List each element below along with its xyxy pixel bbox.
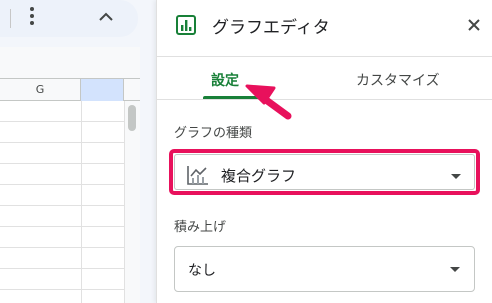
sheet-toolbar (0, 0, 138, 37)
column-header-g[interactable]: G (0, 79, 81, 101)
stacking-value: なし (188, 263, 216, 279)
tab-settings[interactable]: 設定 (211, 70, 239, 90)
close-icon[interactable] (466, 17, 482, 33)
chart-type-dropdown-field: 複合グラフ (174, 154, 475, 190)
toolbar-divider (10, 9, 11, 28)
chart-type-value: 複合グラフ (221, 167, 297, 185)
collapse-toolbar-icon[interactable] (96, 7, 116, 27)
column-header-selected[interactable] (81, 79, 124, 101)
spreadsheet-pane: G (0, 0, 156, 303)
scrollbar-thumb[interactable] (128, 105, 136, 131)
chart-editor-panel: グラフエディタ 設定 カスタマイズ グラフの種類 複合グラフ 積み上げ なし (156, 0, 492, 303)
tab-customize[interactable]: カスタマイズ (356, 70, 440, 90)
column-header-row: G (0, 79, 140, 101)
dropdown-arrow-icon (450, 267, 460, 272)
stacking-dropdown[interactable]: なし (174, 246, 475, 292)
sheet-grid[interactable]: G (0, 47, 140, 303)
panel-title: グラフエディタ (212, 18, 330, 38)
more-options-icon[interactable] (26, 5, 38, 29)
stacking-label: 積み上げ (174, 220, 227, 235)
sheet-cells[interactable] (0, 101, 124, 303)
dropdown-arrow-icon (451, 174, 461, 179)
tabs-divider (157, 99, 492, 100)
panel-header: グラフエディタ (157, 0, 492, 57)
chart-icon (176, 15, 196, 35)
chart-type-label: グラフの種類 (174, 126, 253, 141)
chart-type-dropdown[interactable]: 複合グラフ (169, 149, 480, 195)
combo-chart-icon (187, 166, 208, 185)
formula-bar-strip (0, 47, 140, 79)
vertical-scrollbar[interactable] (124, 101, 140, 303)
